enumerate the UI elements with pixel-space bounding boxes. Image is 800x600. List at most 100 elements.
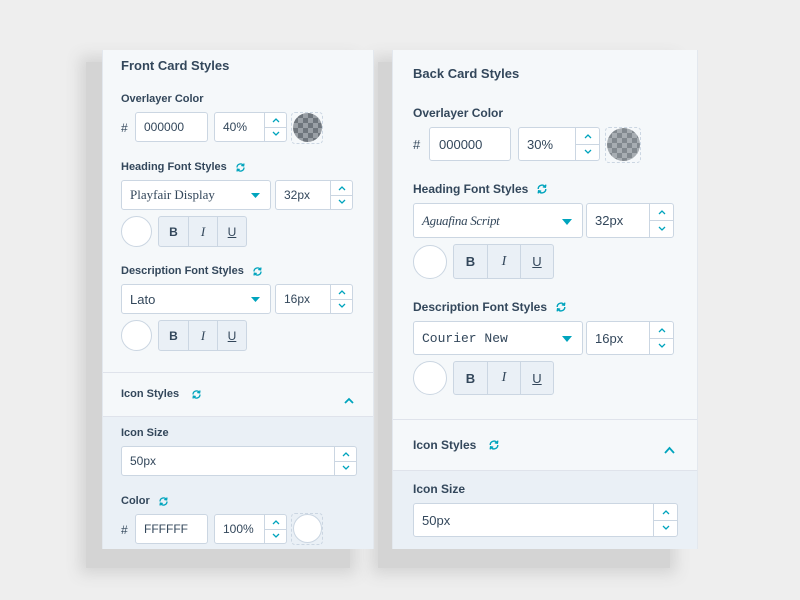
bold-button[interactable]: B (454, 245, 487, 278)
icon-size-value: 50px (130, 454, 157, 468)
description-font-select[interactable]: Courier New (413, 321, 583, 355)
heading-size-value: 32px (595, 213, 624, 228)
description-size-stepper[interactable]: 16px (275, 284, 353, 314)
icon-styles-header[interactable]: Icon Styles (413, 438, 500, 452)
icon-color-hex-input[interactable]: FFFFFF (135, 514, 208, 544)
opacity-value: 100% (223, 522, 254, 536)
overlayer-color-label: Overlayer Color (121, 93, 204, 105)
chevron-up-icon[interactable] (331, 181, 352, 195)
heading-font-value: Aguafina Script (422, 212, 500, 228)
hash-symbol: # (121, 523, 128, 537)
chevron-up-icon[interactable] (576, 128, 599, 144)
sync-icon[interactable] (488, 439, 500, 451)
hash-symbol: # (121, 121, 128, 135)
description-font-value: Courier New (422, 330, 508, 346)
overlayer-hex-input[interactable]: 000000 (429, 127, 511, 161)
heading-style-buttons: B I U (453, 244, 554, 279)
italic-button[interactable]: I (487, 245, 520, 278)
chevron-down-icon[interactable] (654, 519, 677, 537)
sync-icon[interactable] (536, 183, 548, 195)
overlayer-color-swatch[interactable] (293, 113, 322, 142)
icon-size-stepper[interactable]: 50px (413, 503, 678, 537)
italic-button[interactable]: I (188, 321, 217, 350)
underline-button[interactable]: U (217, 217, 246, 246)
chevron-up-icon[interactable] (265, 113, 286, 127)
chevron-down-icon[interactable] (650, 220, 673, 237)
chevron-down-icon[interactable] (335, 460, 356, 476)
sync-icon[interactable] (191, 389, 202, 400)
icon-color-opacity-stepper[interactable]: 100% (214, 514, 287, 544)
heading-size-value: 32px (284, 188, 311, 202)
icon-styles-header[interactable]: Icon Styles (121, 388, 202, 400)
heading-color-swatch[interactable] (413, 245, 447, 279)
heading-color-swatch[interactable] (121, 216, 152, 247)
bold-button[interactable]: B (159, 217, 188, 246)
chevron-up-icon[interactable] (664, 441, 675, 459)
chevron-up-icon[interactable] (335, 447, 356, 461)
panel-title: Back Card Styles (413, 66, 520, 81)
overlayer-opacity-stepper[interactable]: 30% (518, 127, 600, 161)
description-font-value: Lato (130, 291, 156, 307)
caret-down-icon (562, 329, 572, 347)
sync-icon[interactable] (235, 162, 246, 173)
chevron-down-icon[interactable] (576, 143, 599, 161)
caret-down-icon (562, 212, 572, 230)
heading-font-value: Playfair Display (130, 187, 215, 202)
bold-button[interactable]: B (454, 362, 487, 394)
description-color-swatch[interactable] (413, 361, 447, 395)
underline-button[interactable]: U (217, 321, 246, 350)
caret-down-icon (251, 290, 260, 308)
overlayer-color-label: Overlayer Color (413, 106, 504, 120)
heading-font-label: Heading Font Styles (121, 161, 246, 173)
chevron-down-icon[interactable] (331, 194, 352, 210)
chevron-up-icon[interactable] (654, 504, 677, 520)
italic-button[interactable]: I (487, 362, 520, 394)
italic-button[interactable]: I (188, 217, 217, 246)
icon-size-value: 50px (422, 512, 451, 528)
overlayer-color-swatch[interactable] (607, 128, 640, 161)
chevron-down-icon[interactable] (331, 298, 352, 314)
bold-button[interactable]: B (159, 321, 188, 350)
heading-font-select[interactable]: Playfair Display (121, 180, 271, 210)
chevron-down-icon[interactable] (265, 126, 286, 142)
chevron-down-icon[interactable] (265, 528, 286, 544)
description-font-select[interactable]: Lato (121, 284, 271, 314)
description-size-stepper[interactable]: 16px (586, 321, 674, 355)
description-size-value: 16px (595, 330, 624, 346)
back-card-styles-panel: Back Card Styles Overlayer Color # 00000… (392, 50, 698, 549)
caret-down-icon (251, 186, 260, 204)
chevron-up-icon[interactable] (331, 285, 352, 299)
description-font-label: Description Font Styles (121, 265, 263, 277)
opacity-value: 40% (223, 120, 248, 134)
chevron-up-icon[interactable] (650, 204, 673, 220)
heading-style-buttons: B I U (158, 216, 247, 247)
divider (393, 419, 697, 420)
icon-color-label: Color (121, 495, 169, 507)
heading-size-stepper[interactable]: 32px (275, 180, 353, 210)
opacity-value: 30% (527, 136, 554, 152)
sync-icon[interactable] (252, 266, 263, 277)
chevron-up-icon[interactable] (650, 322, 673, 338)
sync-icon[interactable] (158, 496, 169, 507)
icon-size-label: Icon Size (413, 482, 466, 496)
heading-font-select[interactable]: Aguafina Script (413, 203, 583, 238)
underline-button[interactable]: U (520, 362, 553, 394)
sync-icon[interactable] (555, 301, 567, 313)
icon-size-stepper[interactable]: 50px (121, 446, 357, 476)
icon-size-label: Icon Size (121, 427, 169, 439)
description-size-value: 16px (284, 292, 311, 306)
description-color-swatch[interactable] (121, 320, 152, 351)
overlayer-opacity-stepper[interactable]: 40% (214, 112, 287, 142)
chevron-up-icon[interactable] (265, 515, 286, 529)
front-card-styles-panel: Front Card Styles Overlayer Color # 0000… (102, 50, 374, 549)
chevron-up-icon[interactable] (344, 391, 354, 409)
icon-color-swatch[interactable] (293, 514, 322, 543)
underline-button[interactable]: U (520, 245, 553, 278)
heading-size-stepper[interactable]: 32px (586, 203, 674, 238)
chevron-down-icon[interactable] (650, 337, 673, 355)
panel-title: Front Card Styles (121, 58, 230, 73)
description-style-buttons: B I U (453, 361, 554, 395)
overlayer-hex-input[interactable]: 000000 (135, 112, 208, 142)
hash-symbol: # (413, 137, 421, 152)
divider (103, 372, 373, 373)
